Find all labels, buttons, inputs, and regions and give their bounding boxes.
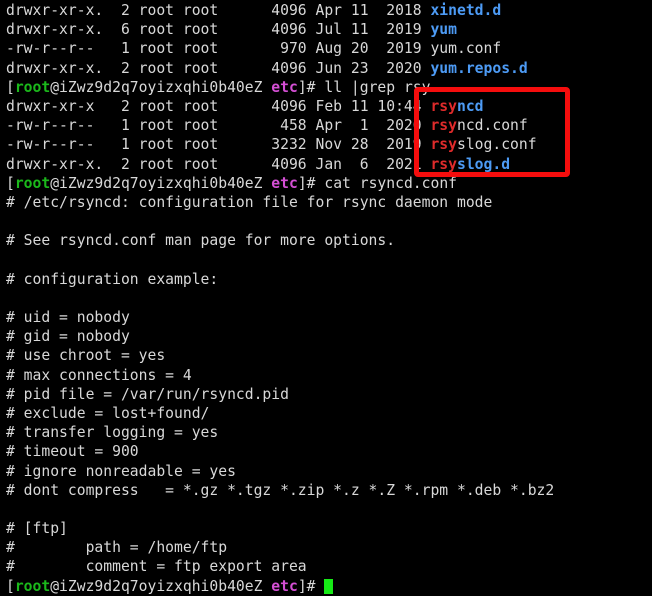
file-name: yum.conf [430,40,502,58]
grep-result-row: -rw-r--r-- 1 root root 458 Apr 1 2020 rs… [0,116,652,135]
config-line: # pid file = /var/run/rsyncd.pid [0,385,652,404]
config-line: # [ftp] [0,519,652,538]
config-text: # ignore nonreadable = yes [6,462,236,480]
command-text: ll |grep rsy [324,78,431,96]
prompt-user: root [14,78,51,96]
file-name: ncd [456,97,484,115]
config-line: # See rsyncd.conf man page for more opti… [0,231,652,250]
config-line: # transfer logging = yes [0,423,652,442]
prompt-user: root [14,577,51,595]
config-line: # dont compress = *.gz *.tgz *.zip *.z *… [0,481,652,500]
listing-metadata: -rw-r--r-- 1 root root 458 Apr 1 2020 [6,117,431,135]
listing-metadata: drwxr-xr-x. 6 root root 4096 Jul 11 2019 [6,21,431,39]
config-text: # path = /home/ftp [6,539,228,557]
config-line: # use chroot = yes [0,346,652,365]
terminal-window[interactable]: drwxr-xr-x. 2 root root 4096 Apr 11 2018… [0,0,652,595]
file-name: yum [430,21,457,39]
prompt-host: @iZwz9d2q7oyizxqhi0b40eZ [50,78,272,96]
prompt-grep: [root@iZwz9d2q7oyizxqhi0b40eZ etc]# ll |… [0,78,652,97]
text-cursor [324,578,334,594]
config-line: # gid = nobody [0,327,652,346]
config-text: # comment = ftp export area [6,558,307,576]
prompt-cwd: etc [271,174,298,192]
config-line: # /etc/rsyncd: configuration file for rs… [0,193,652,212]
config-text: # [ftp] [6,520,68,538]
command-line-cat: [root@iZwz9d2q7oyizxqhi0b40eZ etc]# cat … [0,174,652,193]
prompt-host: @iZwz9d2q7oyizxqhi0b40eZ [50,174,272,192]
grep-result-row: drwxr-xr-x 2 root root 4096 Feb 11 10:44… [0,97,652,116]
grep-result-row: -rw-r--r-- 1 root root 3232 Nov 28 2019 … [0,135,652,154]
listing-row: drwxr-xr-x. 2 root root 4096 Apr 11 2018… [0,1,652,20]
prompt-host: @iZwz9d2q7oyizxqhi0b40eZ [50,577,272,595]
prompt-bracket-close: ]# [297,577,325,595]
config-line: # comment = ftp export area [0,557,652,576]
config-text: # transfer logging = yes [6,424,219,442]
config-text: # pid file = /var/run/rsyncd.pid [6,385,289,403]
config-text: # See rsyncd.conf man page for more opti… [6,232,396,250]
config-line: # max connections = 4 [0,366,652,385]
rsyncd-conf-contents: # /etc/rsyncd: configuration file for rs… [0,193,652,577]
file-name: slog.conf [456,136,537,154]
file-name: yum.repos.d [430,59,528,77]
command-text: cat rsyncd.conf [324,174,457,192]
grep-match-text: rsy [430,155,457,173]
prompt-bracket-open: [ [6,577,15,595]
prompt-bracket-close: ]# [297,78,325,96]
prompt-bracket-close: ]# [297,174,325,192]
listing-row: -rw-r--r-- 1 root root 970 Aug 20 2019 y… [0,39,652,58]
config-text: # exclude = lost+found/ [6,404,210,422]
grep-match-text: rsy [430,136,457,154]
config-text: # /etc/rsyncd: configuration file for rs… [6,193,493,211]
listing-row: drwxr-xr-x. 6 root root 4096 Jul 11 2019… [0,20,652,39]
config-line: # configuration example: [0,270,652,289]
file-name: ncd.conf [456,117,528,135]
config-text: # uid = nobody [6,309,130,326]
grep-result-row: drwxr-xr-x. 2 root root 4096 Jan 6 2021 … [0,155,652,174]
listing-metadata: -rw-r--r-- 1 root root 3232 Nov 28 2019 [6,136,431,154]
listing-metadata: drwxr-xr-x. 2 root root 4096 Jun 23 2020 [6,59,431,77]
config-line: # timeout = 900 [0,442,652,461]
prompt-bracket-open: [ [6,174,15,192]
prompt-cat: [root@iZwz9d2q7oyizxqhi0b40eZ etc]# cat … [0,174,652,193]
listing-metadata: drwxr-xr-x. 2 root root 4096 Apr 11 2018 [6,2,431,19]
command-line-grep: [root@iZwz9d2q7oyizxqhi0b40eZ etc]# ll |… [0,78,652,97]
grep-match-text: rsy [430,117,457,135]
config-text: # gid = nobody [6,328,130,346]
listing-metadata: -rw-r--r-- 1 root root 970 Aug 20 2019 [6,40,431,58]
file-name: slog.d [456,155,511,173]
prompt-active: [root@iZwz9d2q7oyizxqhi0b40eZ etc]# [0,577,652,596]
prompt-cwd: etc [271,78,298,96]
file-name: xinetd.d [430,2,502,19]
config-text: # max connections = 4 [6,366,192,384]
listing-metadata: drwxr-xr-x. 2 root root 4096 Jan 6 2021 [6,155,431,173]
command-line-active[interactable]: [root@iZwz9d2q7oyizxqhi0b40eZ etc]# [0,577,652,596]
config-text: # use chroot = yes [6,347,166,365]
config-line: # exclude = lost+found/ [0,404,652,423]
grep-match-text: rsy [430,97,457,115]
grep-result-listing: drwxr-xr-x 2 root root 4096 Feb 11 10:44… [0,97,652,174]
config-text: # timeout = 900 [6,443,139,461]
config-text: # configuration example: [6,270,219,288]
listing-metadata: drwxr-xr-x 2 root root 4096 Feb 11 10:44 [6,97,431,115]
prompt-cwd: etc [271,577,298,595]
config-text: # dont compress = *.gz *.tgz *.zip *.z *… [6,481,555,499]
config-line: # path = /home/ftp [0,538,652,557]
listing-row: drwxr-xr-x. 2 root root 4096 Jun 23 2020… [0,59,652,78]
config-line: # uid = nobody [0,308,652,327]
config-line: # ignore nonreadable = yes [0,462,652,481]
prompt-user: root [14,174,51,192]
prompt-bracket-open: [ [6,78,15,96]
directory-listing-before: drwxr-xr-x. 2 root root 4096 Apr 11 2018… [0,1,652,78]
